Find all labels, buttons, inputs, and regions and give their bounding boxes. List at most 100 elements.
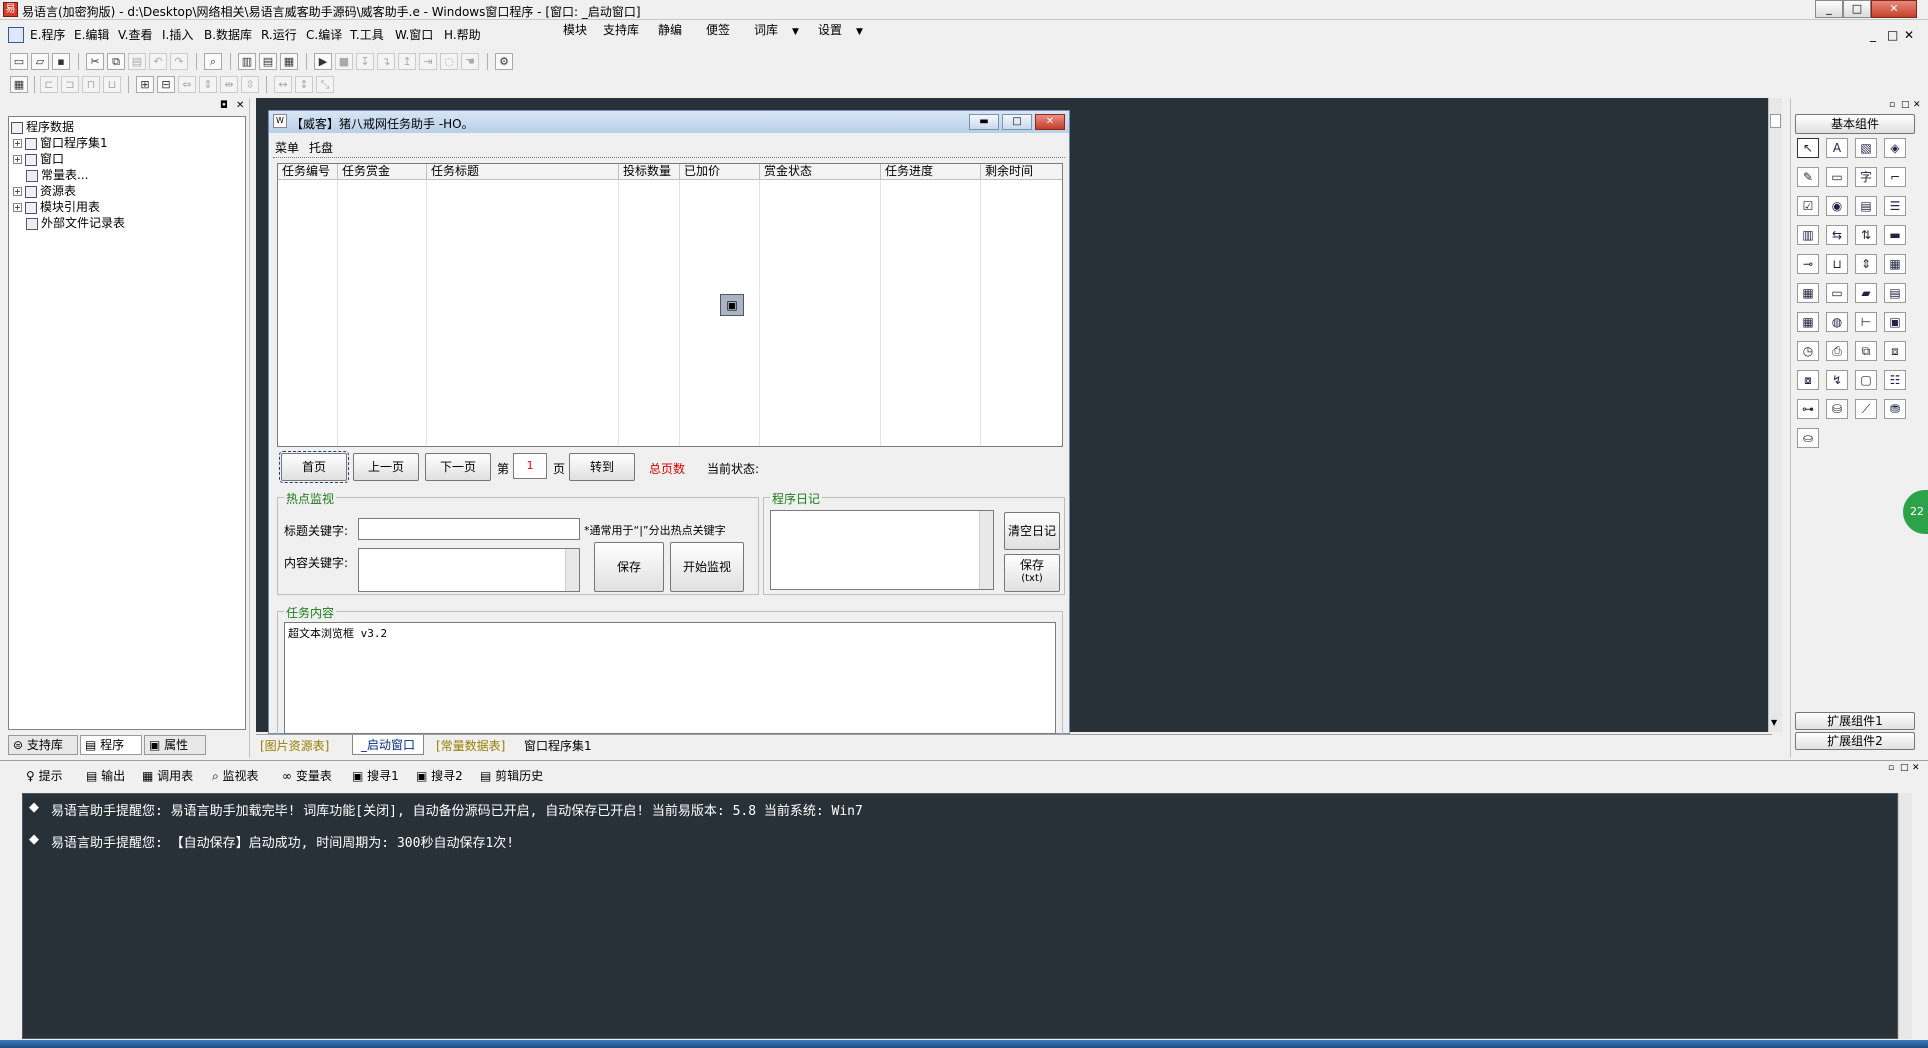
menu-run[interactable]: R.运行 <box>261 24 297 46</box>
save-keywords-button[interactable]: 保存 <box>594 542 664 592</box>
output-console[interactable]: ◆ 易语言助手提醒您: 易语言助手加载完毕! 词库功能[关闭], 自动备份源码已… <box>22 793 1898 1039</box>
form-menu-menu[interactable]: 菜单 <box>275 139 299 156</box>
close-icon[interactable]: ✕ <box>1913 100 1921 110</box>
printer-tool-icon[interactable]: ⎙ <box>1826 341 1848 361</box>
port-tool-icon[interactable]: ↯ <box>1826 370 1848 390</box>
edit-tool-icon[interactable]: ✎ <box>1797 167 1819 187</box>
menu-settings[interactable]: 设置 <box>818 19 842 41</box>
menu-edit[interactable]: E.编辑 <box>74 24 109 46</box>
minimize-button[interactable]: _ <box>1815 0 1843 18</box>
tree-item-external-files[interactable]: 外部文件记录表 <box>26 215 125 231</box>
space-vertical-icon[interactable]: ⇳ <box>241 76 259 93</box>
align-top-icon[interactable]: ⊓ <box>82 76 100 93</box>
close-icon[interactable]: ✕ <box>236 100 244 111</box>
hand-icon[interactable]: ☚ <box>461 53 479 70</box>
frame-tool-icon[interactable]: ▢ <box>1855 370 1877 390</box>
grid-icon[interactable]: ▦ <box>10 76 28 93</box>
pin-icon[interactable]: ▫ <box>1888 763 1894 773</box>
updown-tool-icon[interactable]: ⇕ <box>1855 254 1877 274</box>
network-tool-icon[interactable]: ⧉ <box>1855 341 1877 361</box>
db-tool-icon[interactable]: ☷ <box>1884 370 1906 390</box>
slider-tool-icon[interactable]: ⊸ <box>1797 254 1819 274</box>
designed-form[interactable]: W 【威客】猪八戒网任务助手 -HO。 ▬ □ ✕ 菜单 托盘 任务编号 任务赏… <box>268 110 1070 735</box>
content-keyword-textarea[interactable] <box>358 548 580 592</box>
align-right-icon[interactable]: ⊐ <box>61 76 79 93</box>
extension-components-2[interactable]: 扩展组件2 <box>1795 732 1915 750</box>
progress-tool-icon[interactable]: ▬ <box>1884 225 1906 245</box>
widen-icon[interactable]: ↔ <box>274 76 292 93</box>
menu-lexicon[interactable]: 词库 <box>754 19 778 41</box>
grid-header-cell[interactable]: 任务编号 <box>278 164 338 180</box>
workspace-scrollbar[interactable]: ▼ <box>1768 98 1782 732</box>
hscroll-tool-icon[interactable]: ⇆ <box>1826 225 1848 245</box>
scroll-thumb[interactable] <box>1770 114 1781 128</box>
form-close-icon[interactable]: ✕ <box>1035 114 1065 130</box>
stop-icon[interactable]: ■ <box>335 53 353 70</box>
expand-icon[interactable]: + <box>13 139 22 148</box>
tree-item-resources[interactable]: + 资源表 <box>13 183 76 199</box>
clear-log-button[interactable]: 清空日记 <box>1004 512 1060 550</box>
pointer-tool-icon[interactable]: ↖ <box>1797 138 1819 158</box>
expand-icon[interactable]: + <box>13 203 22 212</box>
basic-components-header[interactable]: 基本组件 <box>1795 114 1915 134</box>
layout-bottom-icon[interactable]: ▤ <box>259 53 277 70</box>
chevron-down-icon[interactable]: ▼ <box>792 27 799 37</box>
tree-item-modules[interactable]: + 模块引用表 <box>13 199 100 215</box>
redo-icon[interactable]: ↷ <box>170 53 188 70</box>
form-minimize-icon[interactable]: ▬ <box>969 114 999 130</box>
tab-window-class[interactable]: 窗口程序集1 <box>524 737 592 754</box>
align-left-icon[interactable]: ⊏ <box>40 76 58 93</box>
menu-support-lib[interactable]: 支持库 <box>603 19 639 41</box>
groupbox-tool-icon[interactable]: ▭ <box>1826 167 1848 187</box>
grid-header-cell[interactable]: 任务进度 <box>881 164 981 180</box>
tab-constant-table[interactable]: [常量数据表] <box>436 737 505 754</box>
cut-icon[interactable]: ✂ <box>86 53 104 70</box>
expand-icon[interactable]: + <box>13 155 22 164</box>
picture-tool-icon[interactable]: ▧ <box>1855 138 1877 158</box>
scroll-down-icon[interactable]: ▼ <box>1771 718 1777 727</box>
timer-tool-icon[interactable]: ◷ <box>1797 341 1819 361</box>
split-tool-icon[interactable]: ⊢ <box>1855 312 1877 332</box>
odbc-tool-icon[interactable]: ⛃ <box>1884 399 1906 419</box>
heighten-icon[interactable]: ↕ <box>295 76 313 93</box>
title-keyword-input[interactable] <box>358 518 580 540</box>
close-icon[interactable]: ✕ <box>1912 763 1920 773</box>
copy-icon[interactable]: ⧉ <box>107 53 125 70</box>
menu-static-compile[interactable]: 静编 <box>658 19 682 41</box>
chart-tool-icon[interactable]: ⟋ <box>1855 399 1877 419</box>
tab-search-1[interactable]: ▣ 搜寻1 <box>352 765 399 787</box>
tree-item-window[interactable]: + 窗口 <box>13 151 64 167</box>
browser-control[interactable]: 超文本浏览框 v3.2 <box>284 622 1056 734</box>
grid-header-cell[interactable]: 任务标题 <box>427 164 619 180</box>
open-folder-icon[interactable]: ▱ <box>31 53 49 70</box>
grid-header-cell[interactable]: 剩余时间 <box>981 164 1062 180</box>
center-vertical-icon[interactable]: ⊟ <box>157 76 175 93</box>
grid-tool-icon[interactable]: ▦ <box>1797 312 1819 332</box>
tab-tool-icon[interactable]: ⊔ <box>1826 254 1848 274</box>
menu-module[interactable]: 模块 <box>563 19 587 41</box>
tab-tips[interactable]: ♀ 提示 <box>26 765 63 787</box>
hidden-component-icon[interactable]: ▣ <box>720 294 744 316</box>
client-tool-icon[interactable]: ⧇ <box>1797 370 1819 390</box>
run-to-cursor-icon[interactable]: ⇥ <box>419 53 437 70</box>
mdi-restore-button[interactable]: □ <box>1887 28 1898 42</box>
label-tool-icon[interactable]: A <box>1826 138 1848 158</box>
tab-support-lib[interactable]: ⊜ 支持库 <box>8 735 78 755</box>
save-icon[interactable]: ▪ <box>52 53 70 70</box>
tree-item-root[interactable]: 程序数据 <box>11 119 74 135</box>
chevron-down-icon[interactable]: ▼ <box>856 27 863 37</box>
calendar-tool-icon[interactable]: ▦ <box>1884 254 1906 274</box>
plugin-icon[interactable]: ⚙ <box>495 53 513 70</box>
line-tool-icon[interactable]: ⌐ <box>1884 167 1906 187</box>
extension-components-1[interactable]: 扩展组件1 <box>1795 712 1915 730</box>
step-over-icon[interactable]: ↧ <box>356 53 374 70</box>
layout-right-icon[interactable]: ▦ <box>280 53 298 70</box>
start-monitor-button[interactable]: 开始监视 <box>670 542 744 592</box>
tab-start-window[interactable]: _启动窗口 <box>352 735 425 755</box>
layout-left-icon[interactable]: ▥ <box>238 53 256 70</box>
save-log-button[interactable]: 保存 (txt) <box>1004 554 1060 592</box>
grid-header-cell[interactable]: 已加价 <box>680 164 760 180</box>
menu-compile[interactable]: C.编译 <box>306 24 342 46</box>
tab-variables[interactable]: ∞ 变量表 <box>282 765 332 787</box>
menu-notes[interactable]: 便签 <box>706 19 730 41</box>
